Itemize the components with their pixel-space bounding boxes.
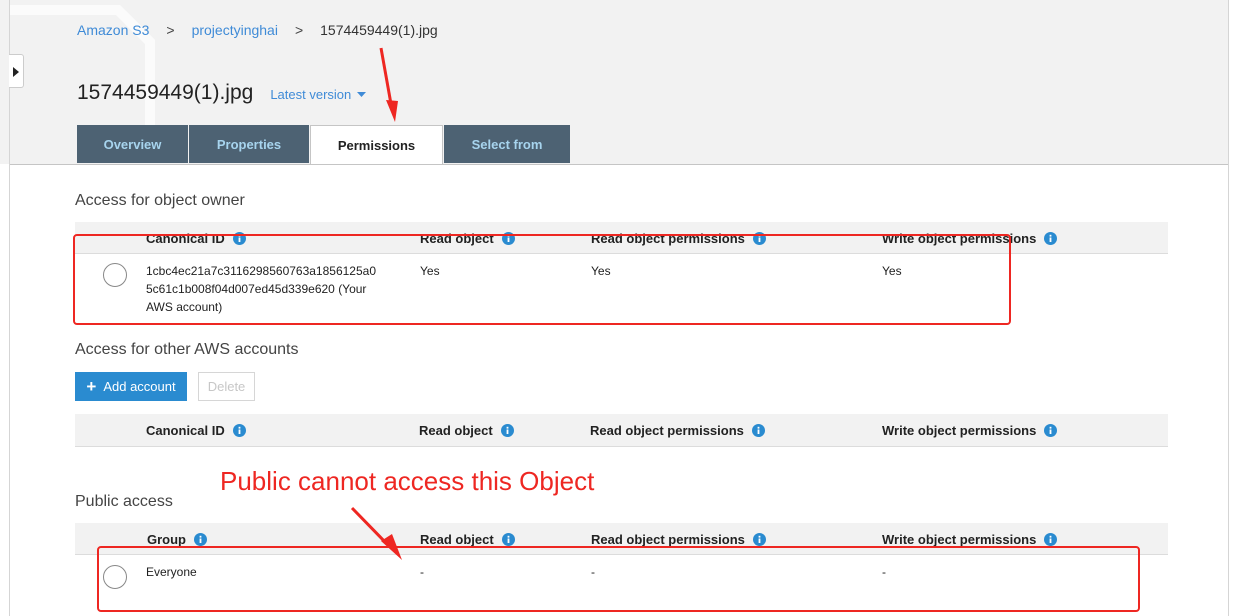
public-access-section-title: Public access: [75, 493, 173, 510]
chevron-right-icon: [13, 67, 19, 77]
other-accounts-table-header: Canonical ID Read object Read object per…: [75, 414, 1168, 447]
breadcrumb-amazon-s3[interactable]: Amazon S3: [77, 22, 149, 38]
header-label: Read object permissions: [590, 423, 744, 438]
header-label: Group: [147, 531, 186, 547]
background-decoration: [10, 5, 155, 140]
delete-button[interactable]: Delete: [198, 372, 255, 401]
add-account-button[interactable]: + Add account: [75, 372, 187, 401]
version-dropdown[interactable]: Latest version: [270, 87, 367, 102]
breadcrumb-bucket[interactable]: projectyinghai: [192, 22, 278, 38]
annotation-owner-highlight: [73, 234, 1011, 325]
header-label: Write object permissions: [882, 531, 1037, 547]
other-accounts-section-title: Access for other AWS accounts: [75, 341, 299, 358]
header-read-object-permissions: Read object permissions: [590, 414, 765, 447]
left-border: [9, 0, 10, 616]
caret-down-icon: [357, 92, 367, 97]
tab-select-from[interactable]: Select from: [444, 125, 570, 163]
version-label: Latest version: [270, 87, 352, 102]
header-canonical-id: Canonical ID: [146, 414, 246, 447]
info-icon[interactable]: [1044, 231, 1058, 245]
tab-properties[interactable]: Properties: [189, 125, 309, 163]
header-write-object-permissions: Write object permissions: [882, 414, 1058, 447]
header-label: Write object permissions: [882, 423, 1037, 438]
info-icon[interactable]: [194, 532, 207, 546]
breadcrumb-separator: >: [294, 22, 304, 38]
info-icon[interactable]: [752, 532, 766, 546]
page-title: 1574459449(1).jpg: [77, 81, 254, 104]
object-title-row: 1574459449(1).jpg Latest version: [77, 81, 367, 105]
header-read-object: Read object: [419, 414, 514, 447]
info-icon[interactable]: [232, 424, 246, 437]
header-label: Read object: [419, 423, 493, 438]
plus-icon: +: [86, 377, 97, 396]
tab-underline: [10, 164, 1228, 165]
header-label: Read object: [420, 531, 494, 547]
info-icon[interactable]: [1044, 532, 1058, 546]
info-icon[interactable]: [500, 424, 514, 437]
header-label: Read object permissions: [591, 531, 745, 547]
info-icon[interactable]: [751, 424, 765, 437]
annotation-public-highlight: [97, 546, 1140, 612]
breadcrumb: Amazon S3 > projectyinghai > 1574459449(…: [77, 22, 438, 38]
header-label: Canonical ID: [146, 423, 225, 438]
add-account-label: Add account: [103, 379, 176, 394]
breadcrumb-separator: >: [166, 22, 175, 38]
info-icon[interactable]: [501, 532, 515, 546]
annotation-text: Public cannot access this Object: [220, 466, 595, 496]
breadcrumb-current-object: 1574459449(1).jpg: [320, 22, 438, 38]
tab-overview[interactable]: Overview: [77, 125, 188, 163]
owner-section-title: Access for object owner: [75, 192, 245, 209]
tab-permissions[interactable]: Permissions: [310, 125, 443, 165]
info-icon[interactable]: [1044, 424, 1058, 437]
right-border: [1228, 0, 1234, 616]
sidebar-toggle-button[interactable]: [9, 54, 24, 88]
